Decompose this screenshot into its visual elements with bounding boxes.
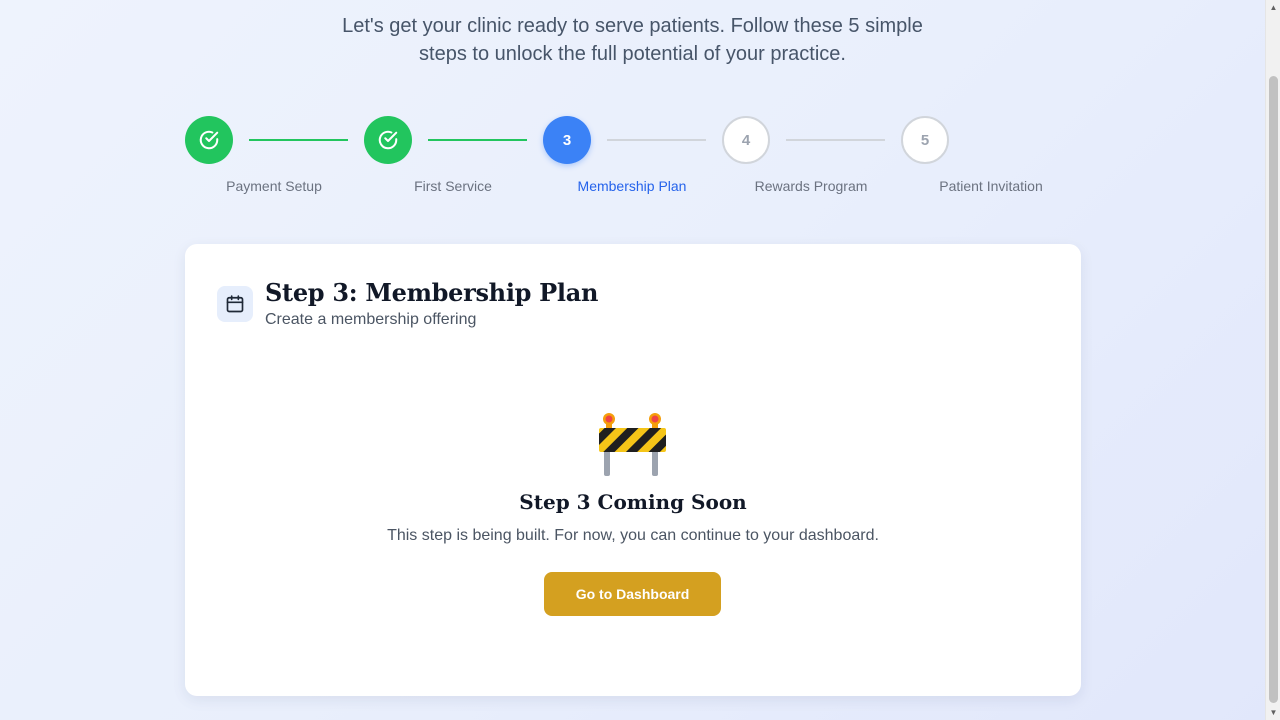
coming-soon-text: This step is being built. For now, you c… [387,527,879,544]
step-card: Step 3: Membership Plan Create a members… [185,244,1081,696]
coming-soon-title: Step 3 Coming Soon [519,490,747,514]
step-4-label: Rewards Program [754,178,868,194]
step-connector-2 [428,139,527,141]
card-title: Step 3: Membership Plan [265,278,599,307]
step-5-circle[interactable]: 5 [901,116,949,164]
step-connector-1 [249,139,348,141]
progress-stepper: 3 4 5 Payment Setup First Service Member… [0,0,1265,220]
step-5-label: Patient Invitation [939,178,1043,194]
step-connector-3 [607,139,706,141]
card-icon-badge [217,286,253,322]
step-2-label: First Service [414,178,492,194]
check-circle-icon [378,130,398,150]
vertical-scrollbar[interactable]: ▲ ▼ [1265,0,1280,720]
calendar-icon [226,295,244,313]
construction-barrier-icon [599,413,666,476]
step-1-circle[interactable] [185,116,233,164]
go-to-dashboard-button[interactable]: Go to Dashboard [544,572,721,616]
step-4-circle[interactable]: 4 [722,116,770,164]
step-2-circle[interactable] [364,116,412,164]
scroll-down-arrow-icon[interactable]: ▼ [1266,705,1280,720]
scrollbar-thumb[interactable] [1269,76,1278,703]
step-1-label: Payment Setup [226,178,322,194]
scroll-up-arrow-icon[interactable]: ▲ [1266,0,1280,15]
onboarding-page: Let's get your clinic ready to serve pat… [0,0,1265,720]
card-subtitle: Create a membership offering [265,311,477,328]
step-connector-4 [786,139,885,141]
step-3-label: Membership Plan [577,178,687,194]
check-circle-icon [199,130,219,150]
step-3-circle[interactable]: 3 [543,116,591,164]
